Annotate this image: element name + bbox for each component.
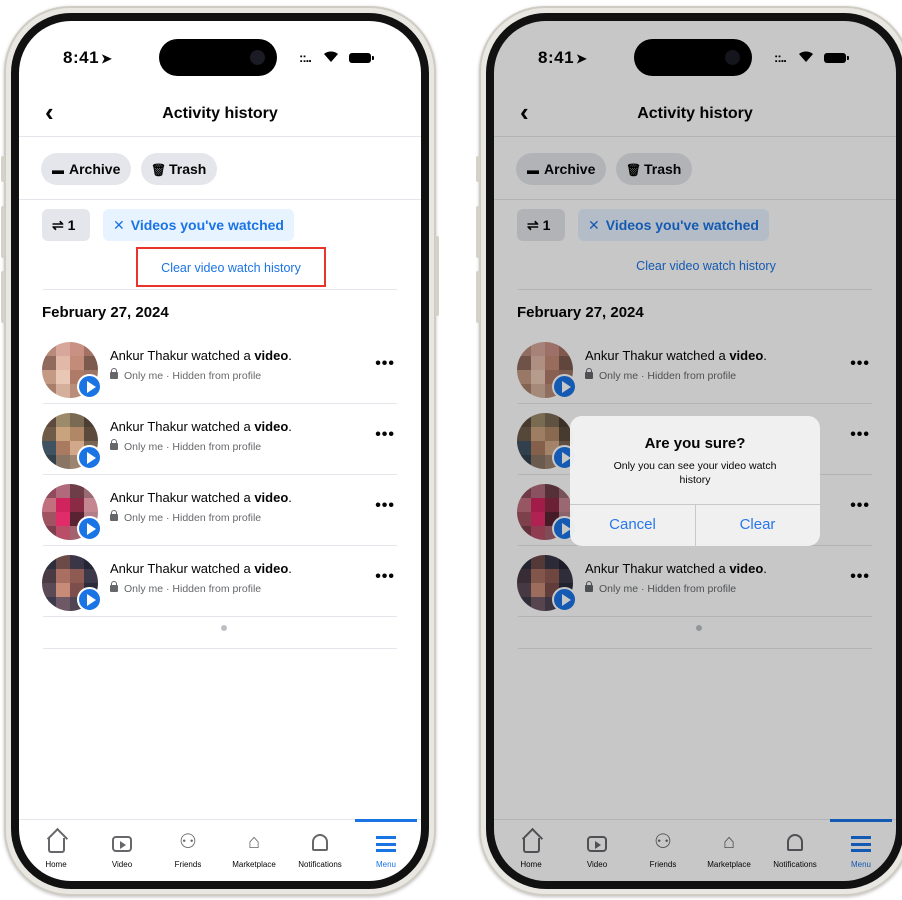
page-title: Activity history [162,105,278,122]
clear-watch-history-link[interactable]: Clear video watch history [136,247,326,287]
list-item[interactable]: Ankur Thakur watched a video. Only me · … [19,333,421,404]
volume-up-button [1,206,5,258]
tab-menu[interactable]: Menu [355,830,417,869]
phone-screen: 8:41 ➤ ::.. ‹ Activity history ▬ Archive 🗑… [494,21,896,881]
active-filter-chip[interactable]: ✕ Videos you've watched [103,209,294,241]
tab-label: Home [45,860,67,869]
video-badge-icon [77,374,102,399]
item-privacy: Only me · Hidden from profile [110,439,261,453]
header: ‹ Activity history [19,91,421,137]
lock-icon [110,581,118,592]
filter-count-button[interactable]: ⇌ 1 [42,209,90,241]
tab-friends[interactable]: ⚇ Friends [157,830,219,869]
list-item[interactable]: Ankur Thakur watched a video. Only me · … [19,404,421,475]
more-options-button[interactable]: ••• [375,568,395,586]
trash-label: Trash [169,161,207,177]
mute-switch [1,156,5,182]
tab-label: Notifications [298,860,342,869]
item-text: Ankur Thakur watched a video. [110,490,292,505]
list-item[interactable]: Ankur Thakur watched a video. Only me · … [19,475,421,546]
phone-screen: 8:41 ➤ ::.. ‹ Activity history ▬ Archive 🗑… [19,21,421,881]
active-filter-label: Videos you've watched [130,217,284,233]
tab-label: Marketplace [232,860,276,869]
left-phone: 8:41 ➤ ::.. ‹ Activity history ▬ Archive 🗑… [1,6,439,896]
filter-row: ⇌ 1 ✕ Videos you've watched [19,201,421,247]
filter-count: 1 [67,217,76,233]
status-time: 8:41 ➤ [63,48,113,67]
item-text: Ankur Thakur watched a video. [110,419,292,434]
lock-icon [110,439,118,450]
tab-video[interactable]: Video [91,830,153,869]
confirm-dialog: Are you sure? Only you can see your vide… [570,416,820,546]
dynamic-island [159,39,277,76]
list-item[interactable]: Ankur Thakur watched a video. Only me · … [19,546,421,617]
archive-button[interactable]: ▬ Archive [41,153,132,185]
tab-label: Friends [174,860,202,869]
tab-label: Video [111,860,133,869]
date-heading: February 27, 2024 [42,304,169,321]
trash-button[interactable]: 🗑 Trash [141,153,218,185]
phone-bezel: 8:41 ➤ ::.. ‹ Activity history ▬ Archive 🗑… [11,13,429,889]
marketplace-icon: ⌂ [247,831,261,853]
home-icon [47,838,65,853]
trash-icon: 🗑 [151,163,167,177]
archive-label: Archive [69,161,121,177]
dialog-message: Only you can see your video watch histor… [613,460,777,486]
chip-row: ▬ Archive 🗑 Trash [19,137,421,200]
battery-icon [349,53,374,63]
bell-icon [312,834,328,851]
camera-icon [250,50,265,65]
item-privacy: Only me · Hidden from profile [110,368,261,382]
video-badge-icon [77,587,102,612]
more-options-button[interactable]: ••• [375,426,395,444]
right-phone: 8:41 ➤ ::.. ‹ Activity history ▬ Archive 🗑… [476,6,902,896]
close-icon[interactable]: ✕ [113,217,125,233]
tab-notifications[interactable]: Notifications [289,830,351,869]
volume-down-button [476,271,480,323]
signal-icon: ::.. [299,50,312,65]
volume-up-button [476,206,480,258]
lock-icon [110,368,118,379]
lock-icon [110,510,118,521]
archive-icon: ▬ [52,163,64,177]
location-icon: ➤ [101,51,113,66]
clear-button[interactable]: Clear [695,504,820,546]
tab-marketplace[interactable]: ⌂ Marketplace [223,830,285,869]
volume-down-button [1,271,5,323]
tab-bar: Home Video ⚇ Friends ⌂ Marketplace Notific… [19,819,421,881]
sliders-icon: ⇌ [52,217,68,233]
tab-label: Menu [375,860,396,869]
video-badge-icon [77,516,102,541]
power-button [435,236,439,316]
active-tab-indicator [355,819,417,822]
video-badge-icon [77,445,102,470]
divider [43,648,397,649]
divider [43,616,397,617]
divider [43,289,397,290]
more-options-button[interactable]: ••• [375,497,395,515]
dialog-title: Are you sure? [644,435,746,452]
wifi-icon [324,51,338,62]
menu-icon [376,836,396,852]
loading-indicator [221,625,227,631]
item-text: Ankur Thakur watched a video. [110,561,292,576]
item-privacy: Only me · Hidden from profile [110,581,261,595]
tab-home[interactable]: Home [25,830,87,869]
cancel-button[interactable]: Cancel [570,504,695,546]
more-options-button[interactable]: ••• [375,355,395,373]
item-text: Ankur Thakur watched a video. [110,348,292,363]
item-privacy: Only me · Hidden from profile [110,510,261,524]
video-icon [112,836,132,852]
status-bar: 8:41 ➤ ::.. [19,21,421,81]
phone-bezel: 8:41 ➤ ::.. ‹ Activity history ▬ Archive 🗑… [486,13,902,889]
friends-icon: ⚇ [179,831,197,853]
mute-switch [476,156,480,182]
